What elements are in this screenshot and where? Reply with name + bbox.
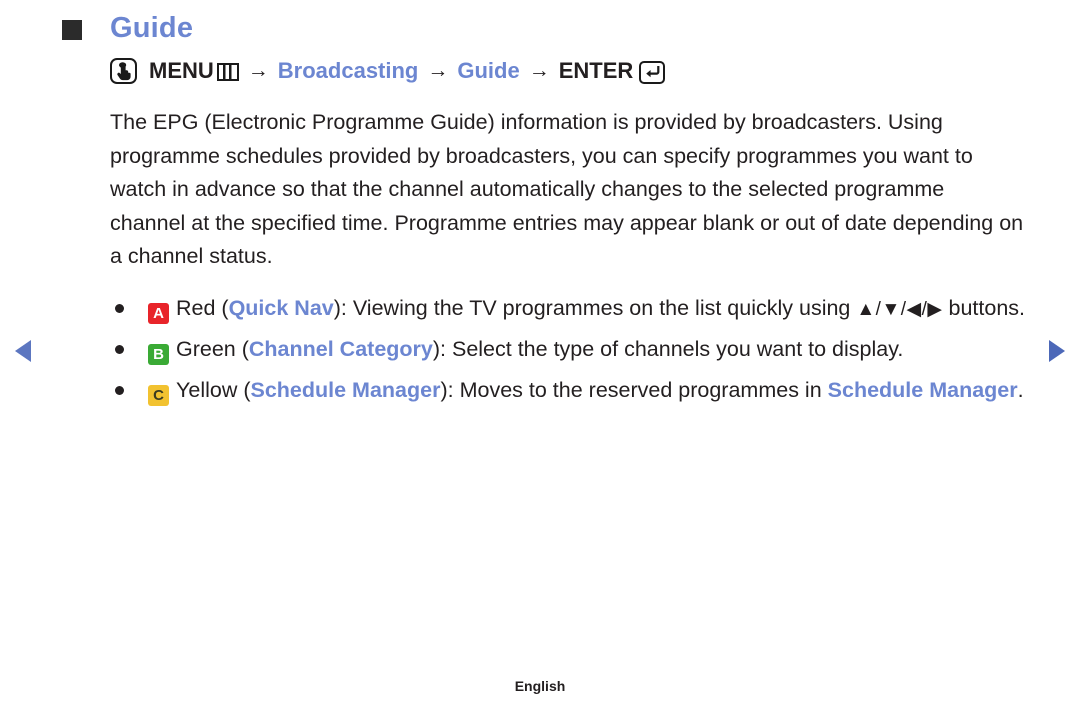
direction-buttons-glyphs: ▲/▼/◀/▶: [856, 298, 943, 320]
title-square-bullet-icon: [62, 19, 82, 40]
bullet-red-suffix: buttons.: [942, 295, 1026, 320]
enter-label: ENTER: [558, 58, 634, 83]
key-badge-a[interactable]: A: [148, 302, 169, 324]
bullet-yellow-suffix: .: [1017, 377, 1024, 402]
content-column: MENU → Broadcasting → Guide → ENTER The …: [110, 58, 1030, 414]
bullet-text-yellow: C Yellow (Schedule Manager): Moves to the…: [148, 374, 1030, 408]
path-arrow-3: →: [528, 58, 550, 82]
bullet-text-red: A Red (Quick Nav): Viewing the TV program…: [148, 292, 1030, 327]
feature-channel-category[interactable]: Channel Category: [249, 337, 433, 361]
key-badge-c[interactable]: C: [148, 384, 169, 406]
bullet-green-suffix: ): Select the type of channels you want …: [432, 337, 904, 361]
path-arrow-2: →: [427, 58, 449, 82]
description-paragraph: The EPG (Electronic Programme Guide) inf…: [110, 110, 1024, 268]
path-arrow-1: →: [247, 58, 269, 82]
manual-page: Guide MENU → Broadcasting → Guide → ENTE…: [0, 0, 1080, 705]
bullet-red-prefix: Red (: [176, 295, 229, 320]
menu-label: MENU: [149, 58, 214, 83]
menu-item-guide[interactable]: Guide: [457, 60, 519, 82]
menu-label-group: MENU: [149, 60, 239, 82]
menu-grid-icon: [216, 63, 239, 81]
bullet-dot-icon: [115, 385, 124, 395]
enter-label-group: ENTER: [558, 58, 666, 84]
list-item: B Green (Channel Category): Select the ty…: [110, 333, 1030, 367]
previous-page-arrow-icon[interactable]: [15, 340, 31, 362]
hand-press-icon: [110, 58, 137, 84]
bullet-dot-icon: [115, 345, 124, 354]
bullet-yellow-middle: ): Moves to the reserved programmes in: [440, 377, 828, 402]
next-page-arrow-icon[interactable]: [1049, 340, 1065, 362]
key-badge-b[interactable]: B: [148, 344, 169, 365]
menu-path: MENU → Broadcasting → Guide → ENTER: [110, 58, 1030, 84]
colour-key-list: A Red (Quick Nav): Viewing the TV program…: [110, 292, 1030, 408]
bullet-yellow-prefix: Yellow (: [176, 377, 251, 402]
bullet-red-middle: ): Viewing the TV programmes on the list…: [333, 295, 857, 320]
page-title-row: Guide: [62, 14, 193, 43]
page-title: Guide: [110, 12, 194, 44]
bullet-green-prefix: Green (: [176, 337, 249, 361]
bullet-dot-icon: [115, 303, 124, 313]
bullet-text-green: B Green (Channel Category): Select the ty…: [148, 333, 1030, 367]
feature-quick-nav[interactable]: Quick Nav: [229, 296, 334, 320]
feature-schedule-manager-link[interactable]: Schedule Manager: [828, 378, 1018, 402]
menu-item-broadcasting[interactable]: Broadcasting: [278, 60, 419, 82]
list-item: A Red (Quick Nav): Viewing the TV program…: [110, 292, 1030, 327]
enter-return-icon: [639, 60, 666, 84]
feature-schedule-manager[interactable]: Schedule Manager: [251, 378, 441, 402]
list-item: C Yellow (Schedule Manager): Moves to the…: [110, 374, 1030, 408]
footer-language: English: [514, 678, 566, 694]
